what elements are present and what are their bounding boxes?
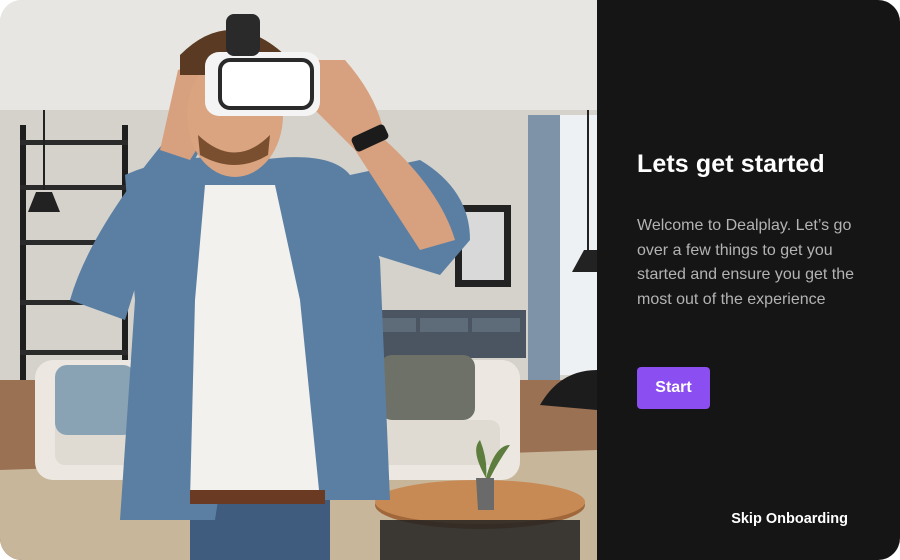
onboarding-panel: Lets get started Welcome to Dealplay. Le… (597, 0, 900, 560)
onboarding-description: Welcome to Dealplay. Let’s go over a few… (637, 217, 855, 308)
onboarding-card: Lets get started Welcome to Dealplay. Le… (0, 0, 900, 560)
vr-scene-illustration (0, 0, 597, 560)
start-button[interactable]: Start (637, 367, 710, 409)
onboarding-title: Lets get started (637, 150, 825, 178)
hero-image (0, 0, 597, 560)
skip-onboarding-link[interactable]: Skip Onboarding (731, 511, 848, 527)
